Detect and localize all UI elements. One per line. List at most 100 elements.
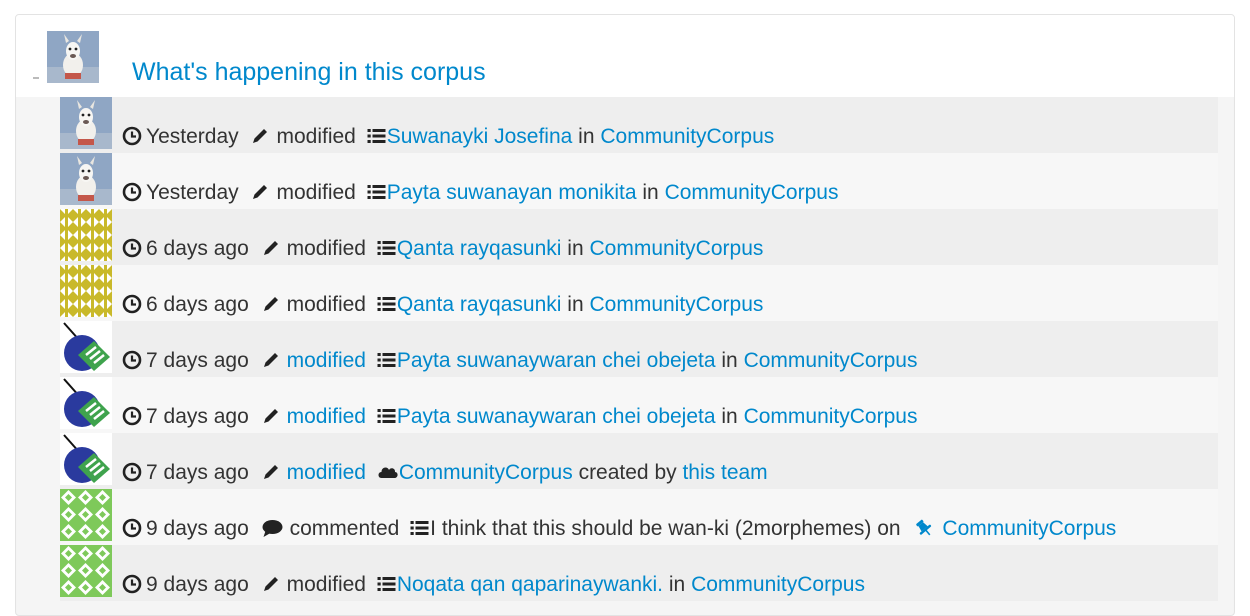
user-avatar[interactable] <box>60 545 112 597</box>
activity-target-link[interactable]: CommunityCorpus <box>942 517 1116 540</box>
list-icon <box>376 574 397 594</box>
activity-time: 6 days ago <box>146 293 249 316</box>
clock-icon <box>122 126 142 146</box>
pencil-icon <box>261 238 281 258</box>
activity-target-link[interactable]: this team <box>682 461 767 484</box>
activity-text: Yesterday modified Payta suwanayan monik… <box>122 179 838 207</box>
activity-target-link[interactable]: CommunityCorpus <box>589 237 763 260</box>
activity-feed: Yesterday modified Suwanayki Josefina in… <box>60 97 1218 601</box>
pencil-icon <box>261 294 281 314</box>
activity-text: 6 days ago modified Qanta rayqasunki in … <box>122 235 763 263</box>
activity-object-link[interactable]: Payta suwanayan monikita <box>387 181 637 204</box>
activity-object-link[interactable]: Payta suwanaywaran chei obejeta <box>397 349 716 372</box>
clock-icon <box>122 574 142 594</box>
activity-verb: modified <box>286 237 366 260</box>
activity-object-link[interactable]: Suwanayki Josefina <box>387 125 573 148</box>
activity-object-link[interactable]: Qanta rayqasunki <box>397 237 562 260</box>
pencil-icon <box>250 126 270 146</box>
activity-row: 9 days ago commented I think that this s… <box>60 489 1218 545</box>
list-icon <box>366 182 387 202</box>
activity-time: 6 days ago <box>146 237 249 260</box>
user-avatar[interactable] <box>60 321 112 373</box>
activity-text: 9 days ago modified Noqata qan qaparinay… <box>122 571 865 599</box>
collapse-dash <box>33 77 39 79</box>
activity-verb: modified <box>286 573 366 596</box>
activity-tail-prefix: in <box>567 237 584 260</box>
user-avatar[interactable] <box>60 153 112 205</box>
activity-target-link[interactable]: CommunityCorpus <box>600 125 774 148</box>
activity-target-link[interactable]: CommunityCorpus <box>589 293 763 316</box>
user-avatar[interactable] <box>60 265 112 317</box>
activity-title-link[interactable]: What's happening in this corpus <box>132 56 486 88</box>
activity-tail-prefix: in <box>668 573 686 596</box>
activity-row: Yesterday modified Payta suwanayan monik… <box>60 153 1218 209</box>
activity-tail-prefix: created by <box>578 461 677 484</box>
activity-tail-prefix: in <box>721 349 738 372</box>
activity-tail-prefix: in <box>567 293 584 316</box>
activity-object-link[interactable]: Payta suwanaywaran chei obejeta <box>397 405 716 428</box>
activity-verb: modified <box>286 293 366 316</box>
activity-row: 7 days ago modified Payta suwanaywaran c… <box>60 377 1218 433</box>
activity-row: 7 days ago modified CommunityCorpus crea… <box>60 433 1218 489</box>
user-avatar[interactable] <box>60 489 112 541</box>
activity-time: 7 days ago <box>146 461 249 484</box>
clock-icon <box>122 406 142 426</box>
pushpin-icon <box>912 518 936 538</box>
activity-row: 6 days ago modified Qanta rayqasunki in … <box>60 209 1218 265</box>
activity-verb-link[interactable]: modified <box>287 405 366 428</box>
activity-row: 9 days ago modified Noqata qan qaparinay… <box>60 545 1218 601</box>
activity-time: 7 days ago <box>146 349 249 372</box>
corpus-avatar <box>47 31 99 83</box>
activity-time: 9 days ago <box>146 573 249 596</box>
activity-row: 7 days ago modified Payta suwanaywaran c… <box>60 321 1218 377</box>
list-icon <box>376 406 397 426</box>
activity-text: 7 days ago modified Payta suwanaywaran c… <box>122 403 917 431</box>
cloud-icon <box>376 462 399 482</box>
pencil-icon <box>261 350 281 370</box>
clock-icon <box>122 350 142 370</box>
activity-time: Yesterday <box>146 181 239 204</box>
clock-icon <box>122 518 142 538</box>
user-avatar[interactable] <box>60 433 112 485</box>
activity-verb-link[interactable]: modified <box>287 349 366 372</box>
clock-icon <box>122 462 142 482</box>
activity-time: 7 days ago <box>146 405 249 428</box>
list-icon <box>366 126 387 146</box>
list-icon <box>376 238 397 258</box>
pencil-icon <box>261 462 281 482</box>
activity-verb-link[interactable]: modified <box>287 461 366 484</box>
activity-verb: modified <box>276 125 356 148</box>
activity-object-link[interactable]: CommunityCorpus <box>399 461 573 484</box>
activity-target-link[interactable]: CommunityCorpus <box>744 405 918 428</box>
activity-tail-prefix: on <box>877 517 901 540</box>
activity-target-link[interactable]: CommunityCorpus <box>744 349 918 372</box>
activity-time: Yesterday <box>146 125 239 148</box>
list-icon <box>409 518 430 538</box>
activity-text: Yesterday modified Suwanayki Josefina in… <box>122 123 774 151</box>
user-avatar[interactable] <box>60 209 112 261</box>
comment-text: I think that this should be wan-ki (2mor… <box>430 517 872 540</box>
clock-icon <box>122 294 142 314</box>
activity-text: 7 days ago modified CommunityCorpus crea… <box>122 459 768 487</box>
comment-icon <box>261 518 284 538</box>
activity-target-link[interactable]: CommunityCorpus <box>665 181 839 204</box>
activity-header: What's happening in this corpus <box>16 15 1234 97</box>
activity-object-link[interactable]: Noqata qan qaparinaywanki. <box>397 573 663 596</box>
activity-text: 9 days ago commented I think that this s… <box>122 515 1116 543</box>
activity-target-link[interactable]: CommunityCorpus <box>691 573 865 596</box>
activity-tail-prefix: in <box>721 405 738 428</box>
activity-panel: What's happening in this corpus Yesterda… <box>15 14 1235 616</box>
user-avatar[interactable] <box>60 97 112 149</box>
activity-tail-prefix: in <box>642 181 659 204</box>
user-avatar[interactable] <box>60 377 112 429</box>
pencil-icon <box>261 406 281 426</box>
pencil-icon <box>250 182 270 202</box>
list-icon <box>376 294 397 314</box>
activity-row: 6 days ago modified Qanta rayqasunki in … <box>60 265 1218 321</box>
activity-time: 9 days ago <box>146 517 249 540</box>
clock-icon <box>122 238 142 258</box>
activity-object-link[interactable]: Qanta rayqasunki <box>397 293 562 316</box>
pencil-icon <box>261 574 281 594</box>
clock-icon <box>122 182 142 202</box>
activity-tail-prefix: in <box>578 125 595 148</box>
